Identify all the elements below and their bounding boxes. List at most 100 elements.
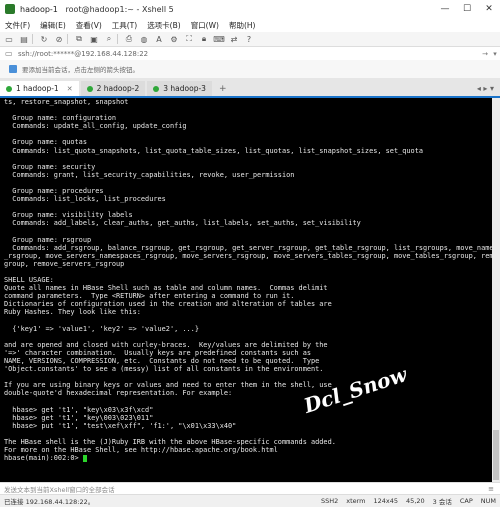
terminal-line: hbase> get 't1', "key\003\023\011" [4,413,154,422]
address-dropdown-icon[interactable]: ▾ [490,50,500,58]
terminal-line: Group name: security [4,162,96,171]
terminal-line: Quote all names in HBase Shell such as t… [4,284,328,293]
globe-icon[interactable]: ◍ [138,33,150,45]
copy-icon[interactable]: ⧉ [73,33,85,45]
session-count-status: 3 会话 [432,498,452,506]
terminal-line: 'Object.constants' to see a (messy) list… [4,365,324,374]
terminal-line: group, remove_servers_rsgroup [4,259,125,268]
session-address-icon: ▭ [5,49,13,58]
reconnect-icon[interactable]: ↻ [38,33,50,45]
menu-tab[interactable]: 选项卡(B) [142,20,186,31]
add-tab-icon[interactable]: + [214,81,232,96]
terminal-line: command parameters. Type <RETURN> after … [4,292,295,301]
scrollbar-thumb[interactable] [493,430,499,480]
menu-help[interactable]: 帮助(H) [224,20,261,31]
fullscreen-icon[interactable]: ⛶ [183,33,195,45]
terminal-prompt-line[interactable]: hbase(main):002:0> [0,454,492,462]
close-button[interactable]: ✕ [478,0,500,18]
tab-nav-icon[interactable]: ◂ ▸ ▾ [477,81,500,96]
terminal-scrollbar[interactable] [492,98,500,482]
toolbar-divider [117,34,118,44]
session-notice-bar: 要添加当前会话，点击左侧的箭头按钮。 [0,60,500,79]
print-icon[interactable]: ⎙ [123,33,135,45]
tab-hadoop-2[interactable]: 2 hadoop-2 [80,81,146,96]
tab-hadoop-1[interactable]: 1 hadoop-1 ✕ [0,81,79,96]
tab-close-icon[interactable]: ✕ [67,85,73,93]
minimize-button[interactable]: — [434,0,456,18]
terminal-line: Ruby Hashes. They look like this: [4,308,141,317]
status-bar: 已连接 192.168.44.128:22。 SSH2 xterm 124x45… [0,494,500,507]
terminal-line: The HBase shell is the (J)Ruby IRB with … [4,437,336,446]
terminal-line: double-quote'd hexadecimal representatio… [4,389,233,398]
compose-input[interactable]: 发送文本到当前Xshell窗口的全部会话 [4,484,115,494]
window-session-name: hadoop-1 [20,4,58,14]
toolbar: ▭ ▤ ↻ ⊘ ⧉ ▣ ⌕ ⎙ ◍ A ⚙ ⛶ 🔒︎ ⌨ ⇄ ? [0,32,500,47]
maximize-button[interactable]: ☐ [456,0,478,18]
terminal-line: hbase> get 't1', "key\x03\x3f\xcd" [4,405,154,414]
num-lock-status: NUM [480,497,496,505]
menu-window[interactable]: 窗口(W) [186,20,224,31]
menu-edit[interactable]: 编辑(E) [35,20,71,31]
menu-view[interactable]: 查看(V) [71,20,107,31]
keyboard-icon[interactable]: ⌨ [213,33,225,45]
terminal-line: NAME, VERSIONS, COMPRESSION, etc. Consta… [4,357,320,365]
terminal-prompt: hbase(main):002:0> [4,454,83,463]
terminal-line: and are opened and closed with curley-br… [4,340,328,349]
compose-menu-icon[interactable]: ≡ [488,485,500,493]
title-bar: hadoop-1 root@hadoop1:~ - Xshell 5 — ☐ ✕ [0,0,500,19]
menu-file[interactable]: 文件(F) [0,20,35,31]
terminal-size-status: 124x45 [373,497,399,505]
settings-icon[interactable]: ⚙ [168,33,180,45]
terminal-lines: ts, restore_snapshot, snapshot Group nam… [0,98,492,454]
open-folder-icon[interactable]: ▤ [18,33,30,45]
terminal-line: _rsgroup, move_servers_namespaces_rsgrou… [4,251,492,260]
terminal-output[interactable]: ts, restore_snapshot, snapshot Group nam… [0,98,492,482]
terminal-line: Group name: configuration [4,114,117,123]
terminal-line: Commands: grant, list_security_capabilit… [4,170,295,179]
notice-text: 要添加当前会话，点击左侧的箭头按钮。 [22,66,139,74]
address-field[interactable]: ssh://root:******@192.168.44.128:22 [18,50,148,58]
font-icon[interactable]: A [153,33,165,45]
tab-hadoop-3[interactable]: 3 hadoop-3 [147,81,212,96]
terminal-line: Dictionaries of configuration used in th… [4,300,332,309]
info-icon [9,65,17,73]
toolbar-divider [32,34,33,44]
toolbar-divider [67,34,68,44]
terminal-line: hbase> put 't1', "test\xef\xff", 'f1:', … [4,421,237,430]
terminal-line: Group name: quotas [4,138,87,147]
address-go-icon[interactable]: → [480,50,490,58]
terminal-line: Commands: add_rsgroup, balance_rsgroup, … [4,243,492,252]
terminal-type-status: xterm [346,497,366,505]
terminal-line: '=>' character combination. Usually keys… [4,348,311,357]
protocol-status: SSH2 [320,497,339,505]
address-bar[interactable]: ▭ ssh://root:******@192.168.44.128:22 → … [0,47,500,61]
terminal-line: SHELL USAGE: [4,276,54,285]
help-icon[interactable]: ? [243,33,255,45]
paste-icon[interactable]: ▣ [88,33,100,45]
terminal-line: Commands: update_all_config, update_conf… [4,122,187,131]
terminal-line: Group name: procedures [4,187,104,196]
terminal-line: Commands: list_locks, list_procedures [4,195,166,204]
connected-status-icon [6,85,12,92]
terminal-line: If you are using binary keys or values a… [4,381,332,390]
terminal-line: Commands: list_quota_snapshots, list_quo… [4,146,423,155]
new-session-icon[interactable]: ▭ [3,33,15,45]
connected-status-icon [153,85,160,92]
transfer-icon[interactable]: ⇄ [228,33,240,45]
terminal-line: {'key1' => 'value1', 'key2' => 'value2',… [4,324,199,333]
lock-icon[interactable]: 🔒︎ [198,33,210,45]
menu-tools[interactable]: 工具(T) [107,20,142,31]
search-icon[interactable]: ⌕ [103,33,115,45]
tab-label: 3 hadoop-3 [163,84,206,93]
terminal-line: ts, restore_snapshot, snapshot [4,98,129,106]
disconnect-icon[interactable]: ⊘ [53,33,65,45]
